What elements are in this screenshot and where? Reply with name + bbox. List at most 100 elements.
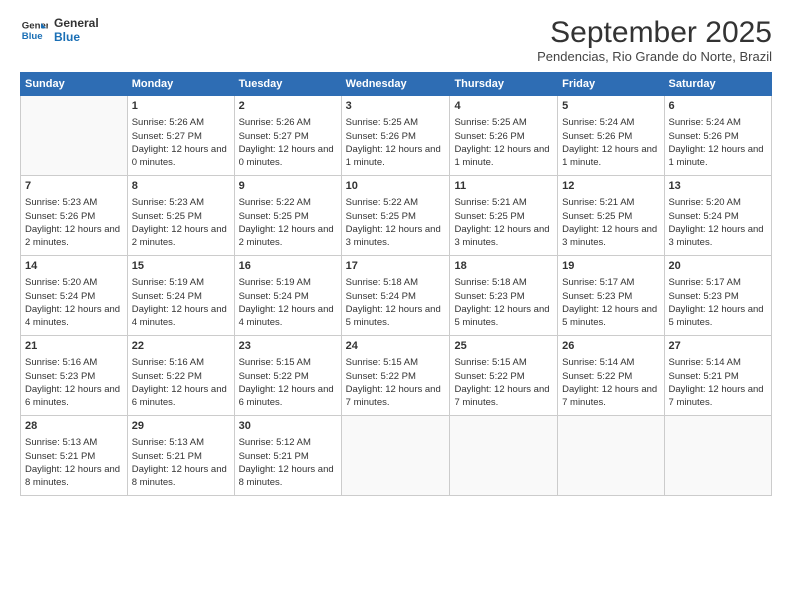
sunrise: Sunrise: 5:26 AM	[239, 117, 311, 128]
sunrise: Sunrise: 5:12 AM	[239, 437, 311, 448]
table-cell: 4Sunrise: 5:25 AMSunset: 5:26 PMDaylight…	[450, 96, 558, 176]
table-cell: 3Sunrise: 5:25 AMSunset: 5:26 PMDaylight…	[341, 96, 450, 176]
sunrise: Sunrise: 5:16 AM	[132, 357, 204, 368]
sunrise: Sunrise: 5:26 AM	[132, 117, 204, 128]
sunrise: Sunrise: 5:23 AM	[132, 197, 204, 208]
table-cell: 19Sunrise: 5:17 AMSunset: 5:23 PMDayligh…	[558, 256, 664, 336]
table-cell: 27Sunrise: 5:14 AMSunset: 5:21 PMDayligh…	[664, 336, 771, 416]
table-cell	[341, 416, 450, 496]
sunset: Sunset: 5:25 PM	[132, 211, 202, 222]
daylight: Daylight: 12 hours and 2 minutes.	[239, 224, 334, 248]
sunset: Sunset: 5:27 PM	[239, 131, 309, 142]
sunset: Sunset: 5:25 PM	[562, 211, 632, 222]
sunrise: Sunrise: 5:20 AM	[25, 277, 97, 288]
day-number: 7	[25, 179, 123, 194]
day-number: 30	[239, 419, 337, 434]
day-number: 18	[454, 259, 553, 274]
sunset: Sunset: 5:23 PM	[669, 291, 739, 302]
logo-icon: General Blue	[20, 16, 48, 44]
daylight: Daylight: 12 hours and 7 minutes.	[346, 384, 441, 408]
day-number: 17	[346, 259, 446, 274]
table-cell: 5Sunrise: 5:24 AMSunset: 5:26 PMDaylight…	[558, 96, 664, 176]
sunset: Sunset: 5:22 PM	[454, 371, 524, 382]
day-number: 24	[346, 339, 446, 354]
col-monday: Monday	[127, 73, 234, 96]
sunrise: Sunrise: 5:19 AM	[239, 277, 311, 288]
table-cell: 22Sunrise: 5:16 AMSunset: 5:22 PMDayligh…	[127, 336, 234, 416]
table-row: 21 Sunrise: 5:16 AM Sunset: 5:23 PM Dayligh…	[21, 336, 772, 416]
sunrise: Sunrise: 5:15 AM	[346, 357, 418, 368]
day-number: 20	[669, 259, 767, 274]
table-row: 7Sunrise: 5:23 AMSunset: 5:26 PMDaylight…	[21, 176, 772, 256]
sunrise: Sunrise: 5:23 AM	[25, 197, 97, 208]
daylight: Daylight: 12 hours and 6 minutes.	[132, 384, 227, 408]
daylight: Daylight: 12 hours and 5 minutes.	[346, 304, 441, 328]
table-cell	[664, 416, 771, 496]
col-wednesday: Wednesday	[341, 73, 450, 96]
table-cell	[21, 96, 128, 176]
sunset: Sunset: 5:23 PM	[562, 291, 632, 302]
table-cell: 18Sunrise: 5:18 AMSunset: 5:23 PMDayligh…	[450, 256, 558, 336]
sunrise: Sunrise: 5:22 AM	[239, 197, 311, 208]
sunset: Sunset: 5:23 PM	[454, 291, 524, 302]
sunrise: Sunrise: 5:17 AM	[669, 277, 741, 288]
table-cell: 1Sunrise: 5:26 AMSunset: 5:27 PMDaylight…	[127, 96, 234, 176]
daylight: Daylight: 12 hours and 8 minutes.	[25, 464, 120, 488]
sunrise: Sunrise: 5:25 AM	[346, 117, 418, 128]
calendar-table: Sunday Monday Tuesday Wednesday Thursday…	[20, 72, 772, 496]
daylight: Daylight: 12 hours and 3 minutes.	[562, 224, 657, 248]
day-number: 21	[25, 339, 123, 354]
col-sunday: Sunday	[21, 73, 128, 96]
col-friday: Friday	[558, 73, 664, 96]
sunrise: Sunrise: 5:22 AM	[346, 197, 418, 208]
sunset: Sunset: 5:24 PM	[25, 291, 95, 302]
logo-line2: Blue	[54, 30, 99, 44]
sunset: Sunset: 5:21 PM	[132, 451, 202, 462]
sunrise: Sunrise: 5:24 AM	[562, 117, 634, 128]
table-cell: 7Sunrise: 5:23 AMSunset: 5:26 PMDaylight…	[21, 176, 128, 256]
sunrise: Sunrise: 5:16 AM	[25, 357, 97, 368]
daylight: Daylight: 12 hours and 7 minutes.	[454, 384, 549, 408]
day-number: 11	[454, 179, 553, 194]
day-number: 5	[562, 99, 659, 114]
sunrise: Sunrise: 5:21 AM	[562, 197, 634, 208]
day-number: 22	[132, 339, 230, 354]
daylight: Daylight: 12 hours and 3 minutes.	[454, 224, 549, 248]
table-cell: 21Sunrise: 5:16 AMSunset: 5:23 PMDayligh…	[21, 336, 128, 416]
daylight: Daylight: 12 hours and 7 minutes.	[669, 384, 764, 408]
day-number: 25	[454, 339, 553, 354]
daylight: Daylight: 12 hours and 0 minutes.	[132, 144, 227, 168]
day-number: 13	[669, 179, 767, 194]
col-tuesday: Tuesday	[234, 73, 341, 96]
day-number: 3	[346, 99, 446, 114]
page: General Blue General Blue September 2025…	[0, 0, 792, 612]
day-number: 26	[562, 339, 659, 354]
daylight: Daylight: 12 hours and 1 minute.	[669, 144, 764, 168]
logo-line1: General	[54, 16, 99, 30]
logo: General Blue General Blue	[20, 16, 99, 45]
daylight: Daylight: 12 hours and 3 minutes.	[669, 224, 764, 248]
daylight: Daylight: 12 hours and 3 minutes.	[346, 224, 441, 248]
sunset: Sunset: 5:22 PM	[562, 371, 632, 382]
sunset: Sunset: 5:21 PM	[25, 451, 95, 462]
sunrise: Sunrise: 5:24 AM	[669, 117, 741, 128]
header: General Blue General Blue September 2025…	[20, 16, 772, 64]
day-number: 28	[25, 419, 123, 434]
table-row: 1Sunrise: 5:26 AMSunset: 5:27 PMDaylight…	[21, 96, 772, 176]
day-number: 4	[454, 99, 553, 114]
sunset: Sunset: 5:21 PM	[669, 371, 739, 382]
subtitle: Pendencias, Rio Grande do Norte, Brazil	[537, 49, 772, 64]
table-cell	[450, 416, 558, 496]
sunrise: Sunrise: 5:21 AM	[454, 197, 526, 208]
daylight: Daylight: 12 hours and 5 minutes.	[454, 304, 549, 328]
day-number: 15	[132, 259, 230, 274]
day-number: 9	[239, 179, 337, 194]
daylight: Daylight: 12 hours and 4 minutes.	[132, 304, 227, 328]
sunset: Sunset: 5:23 PM	[25, 371, 95, 382]
sunrise: Sunrise: 5:14 AM	[562, 357, 634, 368]
day-number: 23	[239, 339, 337, 354]
sunset: Sunset: 5:26 PM	[669, 131, 739, 142]
header-row: Sunday Monday Tuesday Wednesday Thursday…	[21, 73, 772, 96]
sunset: Sunset: 5:21 PM	[239, 451, 309, 462]
table-row: 14Sunrise: 5:20 AMSunset: 5:24 PMDayligh…	[21, 256, 772, 336]
